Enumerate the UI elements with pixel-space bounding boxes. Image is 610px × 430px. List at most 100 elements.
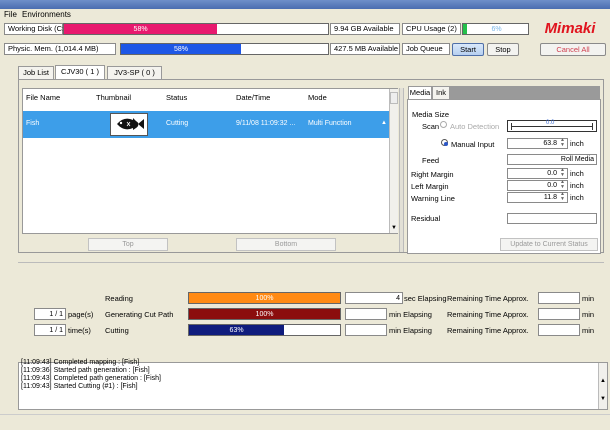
warning-line-field[interactable]: 11.8 xyxy=(507,192,568,203)
manual-input-unit: inch xyxy=(570,139,584,148)
manual-input-label: Manual Input xyxy=(451,140,495,149)
generating-min-label: min xyxy=(582,310,595,319)
cutting-remaining-label: Remaining Time Approx. xyxy=(447,326,529,335)
working-disk-fill: 58% xyxy=(64,24,218,34)
generating-remaining-label: Remaining Time Approx. xyxy=(447,310,529,319)
menu-environments[interactable]: Environments xyxy=(22,10,71,19)
generating-cut-path-label: Generating Cut Path xyxy=(105,310,174,319)
physical-memory-bar: 58% xyxy=(120,43,329,55)
log-line: [11:09:43] Completed path generation : [… xyxy=(21,375,161,382)
manual-input-spinner-icon[interactable]: ▲ ▼ xyxy=(560,138,565,148)
manual-input-radio[interactable] xyxy=(441,139,448,146)
cutting-min-label: min xyxy=(582,326,595,335)
warning-line-unit: inch xyxy=(570,193,584,202)
physical-memory-available: 427.5 MB Available xyxy=(330,43,400,55)
cutting-progress-fill: 63% xyxy=(189,325,285,335)
feed-value: Roll Media xyxy=(507,154,597,165)
auto-detection-label: Auto Detection xyxy=(450,122,500,131)
log-line: [11:09:36] Started path generation : [Fi… xyxy=(21,367,150,374)
log-scrollbar[interactable]: ▲ ▼ xyxy=(598,363,607,409)
fish-thumbnail xyxy=(110,113,148,136)
tab-job-list[interactable]: Job List xyxy=(18,66,54,79)
tab-strip-fill xyxy=(450,86,600,99)
cutting-elapsed-value xyxy=(345,324,387,336)
generating-elapsed-value xyxy=(345,308,387,320)
row-file-name: Fish xyxy=(26,120,40,127)
residual-value xyxy=(507,213,597,224)
job-table: File Name Thumbnail Status Date/Time Mod… xyxy=(22,88,398,234)
left-margin-unit: inch xyxy=(570,181,584,190)
reading-remaining-value xyxy=(538,292,580,304)
working-disk-available: 9.94 GB Available xyxy=(330,23,400,35)
scroll-up-arrow-icon: ▲ xyxy=(381,120,387,126)
menu-file[interactable]: File xyxy=(4,10,17,19)
cutting-label: Cutting xyxy=(105,326,129,335)
bottom-button[interactable]: Bottom xyxy=(236,238,336,251)
column-header-mode: Mode xyxy=(308,93,327,102)
cancel-all-button[interactable]: Cancel All xyxy=(540,43,606,56)
reading-elapsed-value: 4 xyxy=(345,292,403,304)
tab-ink[interactable]: Ink xyxy=(432,86,450,99)
start-button[interactable]: Start xyxy=(452,43,484,56)
media-scale-value: 0.0 xyxy=(546,120,555,126)
right-margin-field[interactable]: 0.0 xyxy=(507,168,568,179)
fish-icon xyxy=(117,118,144,130)
reading-label: Reading xyxy=(105,294,133,303)
log-line: [11:09:43] Completed mapping : [Fish] xyxy=(21,359,140,366)
generating-elapsing-label: min Elapsing xyxy=(389,310,432,319)
cpu-usage-text: 6% xyxy=(491,26,502,33)
right-margin-unit: inch xyxy=(570,169,584,178)
left-margin-spinner-icon[interactable]: ▲ ▼ xyxy=(560,180,565,190)
column-header-file-name: File Name xyxy=(26,93,61,102)
media-panel: Media Size Scan Auto Detection 0.0 Manua… xyxy=(407,99,601,254)
menu-bar: File Environments xyxy=(0,9,610,21)
manual-input-field[interactable]: 63.8 xyxy=(507,138,568,149)
warning-line-label: Warning Line xyxy=(411,194,455,203)
page-count-label: page(s) xyxy=(68,310,94,319)
working-disk-label: Working Disk (C:) xyxy=(4,23,67,35)
auto-detection-radio[interactable] xyxy=(440,121,447,128)
top-button[interactable]: Top xyxy=(88,238,168,251)
column-header-date-time: Date/Time xyxy=(236,93,271,102)
status-footer xyxy=(0,414,610,430)
media-scale-display: 0.0 xyxy=(507,120,597,132)
tab-cjv30[interactable]: CJV30 ( 1 ) xyxy=(55,65,105,79)
reading-remaining-label: Remaining Time Approx. xyxy=(447,294,529,303)
cpu-usage-label: CPU Usage (2) xyxy=(402,23,461,35)
tab-media[interactable]: Media xyxy=(408,86,432,99)
cutting-elapsing-label: min Elapsing xyxy=(389,326,432,335)
reading-min-label: min xyxy=(582,294,595,303)
generating-progress-fill: 100% xyxy=(189,309,340,319)
tab-jv3-sp[interactable]: JV3-SP ( 0 ) xyxy=(107,66,162,79)
time-count-label: time(s) xyxy=(68,326,91,335)
generating-progress-bar: 100% xyxy=(188,308,341,320)
row-status: Cutting xyxy=(166,120,189,127)
working-disk-bar: 58% xyxy=(63,23,329,35)
row-mode: Multi Function xyxy=(308,120,352,127)
scroll-down-arrow-icon[interactable]: ▼ xyxy=(391,225,397,231)
column-header-thumbnail: Thumbnail xyxy=(96,93,132,102)
scroll-thumb[interactable] xyxy=(390,92,398,104)
log-scroll-down-icon[interactable]: ▼ xyxy=(600,395,606,403)
job-table-scrollbar[interactable]: ▼ xyxy=(389,89,398,233)
log-line: [11:09:43] Started Cutting (#1) : [Fish] xyxy=(21,383,138,390)
feed-label: Feed xyxy=(422,156,440,165)
warning-line-spinner-icon[interactable]: ▲ ▼ xyxy=(560,192,565,202)
window-title-bar xyxy=(0,0,610,9)
cutting-remaining-value xyxy=(538,324,580,336)
cpu-usage-bar: 6% xyxy=(462,23,529,35)
left-margin-field[interactable]: 0.0 xyxy=(507,180,568,191)
panel-splitter[interactable] xyxy=(399,88,404,252)
log-scroll-up-icon[interactable]: ▲ xyxy=(600,377,606,385)
reading-elapsing-label: sec Elapsing xyxy=(404,294,447,303)
update-to-current-status-button[interactable]: Update to Current Status xyxy=(500,238,598,251)
scan-label: Scan xyxy=(422,122,440,131)
cutting-progress-bar: 63% xyxy=(188,324,341,336)
time-count-field: 1 / 1 xyxy=(34,324,66,336)
table-row[interactable]: Fish Cutting 9/11/08 11:09:32 ... Multi … xyxy=(23,111,389,138)
mimaki-logo: Mimaki xyxy=(544,20,596,37)
media-size-label: Media Size xyxy=(412,110,450,119)
right-margin-spinner-icon[interactable]: ▲ ▼ xyxy=(560,168,565,178)
stop-button[interactable]: Stop xyxy=(487,43,519,56)
reading-progress-bar: 100% xyxy=(188,292,341,304)
